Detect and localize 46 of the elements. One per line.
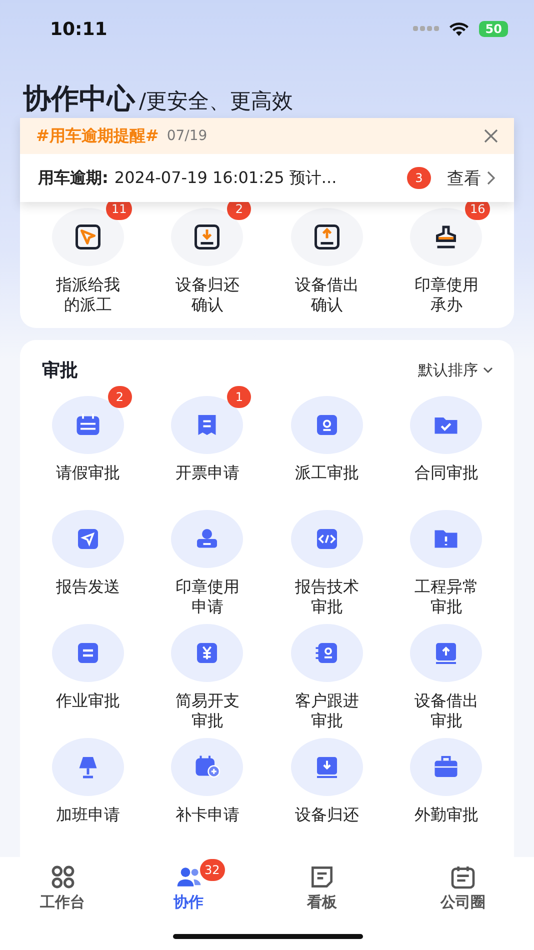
shortcut-label: 报告技术审批: [294, 577, 360, 617]
shortcut-label: 设备借出确认: [294, 275, 360, 315]
shortcut-label: 报告发送: [54, 577, 121, 597]
page-subtitle: /更安全、更高效: [139, 88, 294, 115]
shortcut-label: 简易开支审批: [174, 691, 240, 731]
count-badge: 2: [108, 386, 132, 408]
status-time: 10:11: [50, 18, 108, 40]
shortcut-label: 合同审批: [413, 463, 480, 483]
tab-item[interactable]: 看板: [267, 857, 400, 950]
chevron-down-icon: [482, 366, 494, 374]
shortcut-label: 印章使用申请: [174, 577, 240, 617]
notice-text: 2024-07-19 16:01:25 预计...: [114, 168, 338, 188]
shortcut-label: 开票申请: [174, 463, 240, 483]
shortcut-label: 请假审批: [54, 463, 121, 483]
notice-tag: #用车逾期提醒#: [36, 126, 159, 146]
chevron-right-icon: [487, 171, 496, 185]
shortcut-label: 外勤审批: [413, 805, 480, 825]
shortcut-label: 工程异常审批: [413, 577, 480, 617]
close-icon[interactable]: [484, 129, 498, 143]
shortcut-label: 设备借出审批: [413, 691, 480, 731]
page-title: 协作中心: [23, 81, 135, 117]
shortcut-label: 客户跟进审批: [294, 691, 360, 731]
count-badge: 32: [200, 859, 225, 881]
shortcut-label: 作业审批: [54, 691, 121, 711]
sort-dropdown[interactable]: 默认排序: [418, 360, 494, 380]
shortcut-label: 指派给我的派工: [54, 275, 121, 315]
view-link[interactable]: 查看: [447, 166, 481, 190]
signal-icon: [413, 26, 440, 32]
tab-item[interactable]: 工作台: [0, 857, 134, 950]
shortcut-label: 设备归还: [294, 805, 360, 825]
count-badge: 3: [407, 167, 431, 189]
upload-icon: [312, 222, 342, 252]
wifi-icon: [449, 22, 470, 36]
shortcut-label: 派工审批: [294, 463, 360, 483]
battery-level: 50: [479, 21, 508, 37]
shortcut-label: 设备归还确认: [174, 275, 240, 315]
shortcut-label: 加班申请: [54, 805, 121, 825]
download-icon: [192, 222, 222, 252]
section-title: 审批: [42, 359, 78, 382]
shortcut-label: 印章使用承办: [413, 275, 480, 315]
shortcut-label: 补卡申请: [174, 805, 240, 825]
count-badge: 1: [227, 386, 252, 408]
notice-label: 用车逾期:: [38, 168, 108, 188]
tab-item[interactable]: 公司圈: [400, 857, 534, 950]
send-icon: [72, 222, 103, 252]
notice-date: 07/19: [166, 128, 208, 144]
